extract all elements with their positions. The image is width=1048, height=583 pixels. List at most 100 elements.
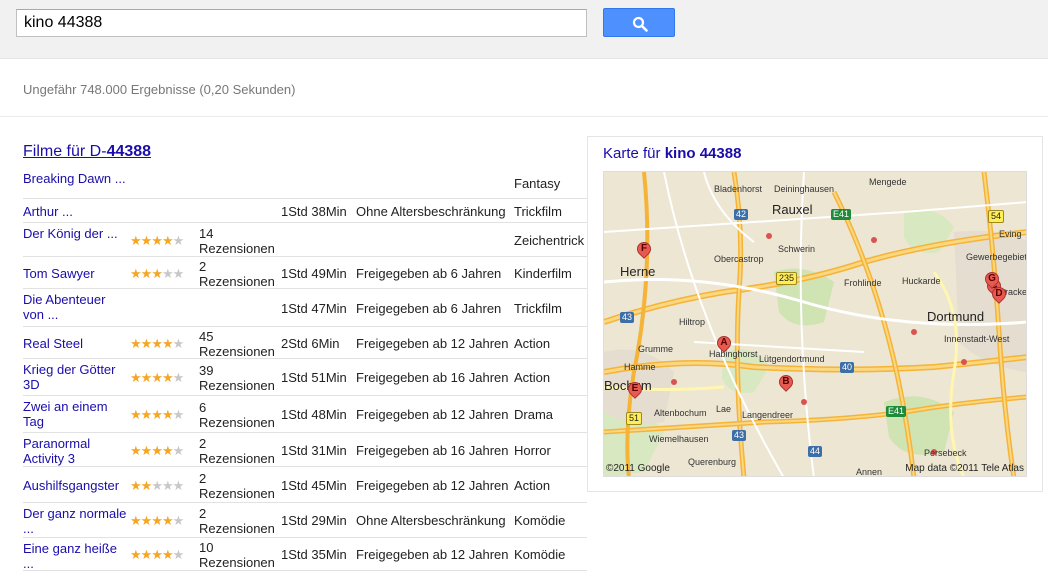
film-row: Der König der ... ★★★★★ 14 Rezensionen Zeich… bbox=[23, 223, 587, 257]
review-count: 45 Rezensionen bbox=[199, 329, 275, 359]
map-marker[interactable]: B bbox=[776, 372, 796, 395]
map-road-shield: E41 bbox=[831, 209, 852, 220]
map-place-label: Lae bbox=[716, 404, 732, 414]
map-marker[interactable]: F bbox=[634, 239, 654, 262]
map-place-label: Innenstadt-West bbox=[944, 334, 1010, 344]
map-heading-link[interactable]: Karte für kino 44388 bbox=[603, 145, 741, 162]
film-row: Die Abenteuer von ... 1Std 47Min Freigegeb… bbox=[23, 289, 587, 327]
age-rating: Freigegeben ab 12 Jahren bbox=[356, 407, 509, 422]
film-genre: Trickfilm bbox=[514, 301, 562, 316]
star-rating: ★★★★★ bbox=[130, 547, 184, 562]
map-road-shield: 235 bbox=[776, 272, 798, 285]
film-title-link[interactable]: Tom Sawyer bbox=[23, 266, 127, 281]
film-genre: Fantasy bbox=[514, 176, 561, 191]
map-road-shield: 42 bbox=[734, 209, 749, 220]
star-rating: ★★★★★ bbox=[130, 370, 184, 385]
film-duration: 1Std 45Min bbox=[281, 478, 347, 493]
film-duration: 2Std 6Min bbox=[281, 336, 340, 351]
map-copyright: ©2011 Google bbox=[606, 463, 670, 474]
film-title-link[interactable]: Paranormal Activity 3 bbox=[23, 436, 127, 466]
map-place-label: Obercastrop bbox=[714, 254, 764, 264]
film-title-link[interactable]: Breaking Dawn ... bbox=[23, 171, 127, 186]
review-count: 10 Rezensionen bbox=[199, 540, 275, 570]
film-row: Arthur ... 1Std 38Min Ohne Altersbeschränk… bbox=[23, 199, 587, 223]
map-place-label: Frohlinde bbox=[844, 278, 882, 288]
film-row: Paranormal Activity 3 ★★★★★ 2 Rezensionen 1S… bbox=[23, 433, 587, 467]
map-place-label: Herne bbox=[620, 264, 656, 279]
search-header: kino 44388 bbox=[0, 0, 1048, 59]
map-marker[interactable]: A bbox=[714, 333, 734, 356]
film-genre: Zeichentrick bbox=[514, 233, 585, 248]
map-place-label: Deininghausen bbox=[774, 184, 835, 194]
films-table: Breaking Dawn ... Fantasy Arthur ... 1Std 3… bbox=[23, 168, 587, 571]
map-place-label: Hiltrop bbox=[679, 317, 706, 327]
film-duration: 1Std 35Min bbox=[281, 547, 347, 562]
film-title-link[interactable]: Eine ganz heiße ... bbox=[23, 541, 127, 571]
result-stats: Ungefähr 748.000 Ergebnisse (0,20 Sekund… bbox=[23, 82, 296, 97]
film-title-link[interactable]: Die Abenteuer von ... bbox=[23, 292, 127, 322]
films-heading-link[interactable]: Filme für D-44388 bbox=[23, 143, 151, 161]
film-title-link[interactable]: Aushilfsgangster bbox=[23, 478, 127, 493]
film-genre: Horror bbox=[514, 443, 551, 458]
age-rating: Ohne Altersbeschränkung bbox=[356, 513, 506, 528]
map-place-label: Grumme bbox=[638, 344, 674, 354]
map-place-label: Langendreer bbox=[742, 410, 794, 420]
film-row: Eine ganz heiße ... ★★★★★ 10 Rezensionen 1St… bbox=[23, 538, 587, 571]
review-count: 2 Rezensionen bbox=[199, 471, 275, 501]
film-duration: 1Std 49Min bbox=[281, 266, 347, 281]
map-road-shield: 40 bbox=[840, 362, 855, 373]
map-road-shield: 44 bbox=[808, 446, 823, 457]
film-genre: Action bbox=[514, 370, 551, 385]
search-icon bbox=[632, 16, 648, 32]
film-genre: Drama bbox=[514, 407, 554, 422]
films-heading-zip: 44388 bbox=[106, 143, 152, 160]
map-heading-query: kino 44388 bbox=[664, 145, 742, 162]
search-input[interactable]: kino 44388 bbox=[16, 9, 587, 37]
map-roads bbox=[604, 172, 1026, 476]
age-rating: Freigegeben ab 12 Jahren bbox=[356, 547, 509, 562]
age-rating: Freigegeben ab 12 Jahren bbox=[356, 478, 509, 493]
film-genre: Komödie bbox=[514, 513, 566, 528]
map-heading-prefix: Karte für bbox=[603, 145, 665, 162]
map-place-label: Huckarde bbox=[902, 276, 941, 286]
review-count: 39 Rezensionen bbox=[199, 363, 275, 393]
film-row: Tom Sawyer ★★★★★ 2 Rezensionen 1Std 49Min Fre… bbox=[23, 257, 587, 289]
film-row: Der ganz normale ... ★★★★★ 2 Rezensionen 1St… bbox=[23, 503, 587, 538]
search-button[interactable] bbox=[603, 8, 675, 37]
map-marker[interactable]: E bbox=[625, 379, 645, 402]
film-genre: Komödie bbox=[514, 547, 566, 562]
star-rating: ★★★★★ bbox=[130, 233, 184, 248]
film-title-link[interactable]: Arthur ... bbox=[23, 204, 127, 219]
map-image[interactable]: Bladenhorst Deininghausen Mengede Rauxel… bbox=[603, 171, 1027, 477]
film-title-link[interactable]: Krieg der Götter 3D bbox=[23, 362, 127, 392]
films-heading-prefix: Filme für D- bbox=[23, 143, 107, 160]
map-place-label: Wiemelhausen bbox=[649, 434, 709, 444]
film-duration: 1Std 48Min bbox=[281, 407, 347, 422]
age-rating: Ohne Altersbeschränkung bbox=[356, 204, 506, 219]
map-place-label: Persebeck bbox=[924, 448, 967, 458]
map-place-label: Hamme bbox=[624, 362, 656, 372]
map-place-label: Mengede bbox=[869, 177, 907, 187]
map-place-label: Dortmund bbox=[927, 309, 985, 324]
star-rating: ★★★★★ bbox=[130, 443, 184, 458]
map-marker[interactable]: G bbox=[982, 269, 1002, 292]
map-road-shield: 54 bbox=[988, 210, 1005, 223]
map-data-credit: Map data ©2011 Tele Atlas bbox=[905, 463, 1024, 474]
film-duration: 1Std 51Min bbox=[281, 370, 347, 385]
film-title-link[interactable]: Zwei an einem Tag bbox=[23, 399, 127, 429]
film-title-link[interactable]: Real Steel bbox=[23, 336, 127, 351]
film-title-link[interactable]: Der ganz normale ... bbox=[23, 506, 127, 536]
map-place-label: Bladenhorst bbox=[714, 184, 763, 194]
star-rating: ★★★★★ bbox=[130, 336, 184, 351]
film-genre: Kinderfilm bbox=[514, 266, 572, 281]
map-road-shield: 43 bbox=[732, 430, 747, 441]
age-rating: Freigegeben ab 6 Jahren bbox=[356, 266, 502, 281]
film-genre: Action bbox=[514, 478, 551, 493]
film-duration: 1Std 29Min bbox=[281, 513, 347, 528]
film-title-link[interactable]: Der König der ... bbox=[23, 226, 127, 241]
film-row: Real Steel ★★★★★ 45 Rezensionen 2Std 6Min Fre… bbox=[23, 327, 587, 359]
age-rating: Freigegeben ab 6 Jahren bbox=[356, 301, 502, 316]
map-place-label: Rauxel bbox=[772, 202, 813, 217]
film-genre: Action bbox=[514, 336, 551, 351]
map-place-label: Gewerbegebiet bbox=[966, 252, 1027, 262]
